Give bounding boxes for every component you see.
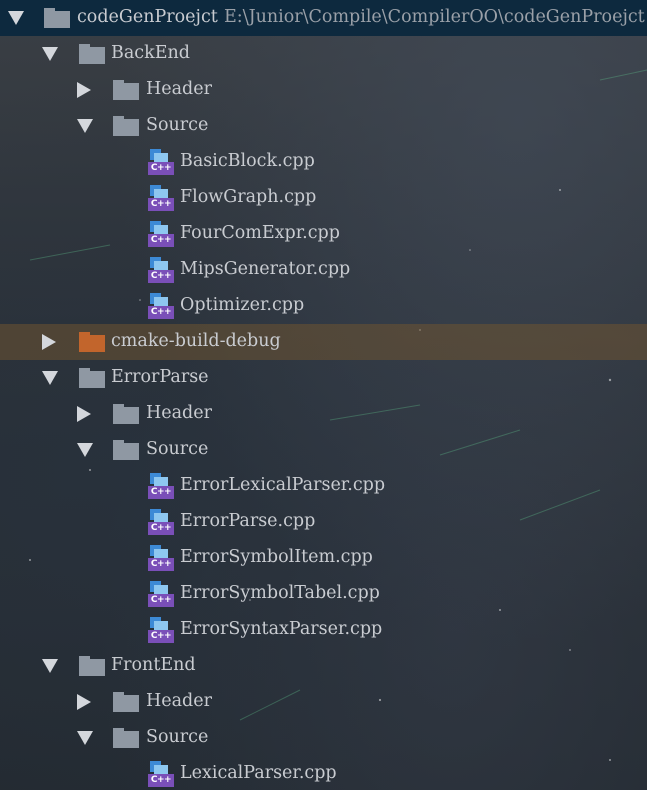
tree-row-file[interactable]: C++ Optimizer.cpp: [0, 288, 647, 324]
folder-icon: [113, 692, 139, 712]
file-label: Optimizer.cpp: [180, 295, 305, 315]
folder-icon: [113, 80, 139, 100]
cpp-file-icon: C++: [148, 581, 174, 607]
tree-row-file[interactable]: C++ ErrorSymbolItem.cpp: [0, 540, 647, 576]
cpp-file-icon: C++: [148, 221, 174, 247]
cpp-file-icon: C++: [148, 293, 174, 319]
folder-icon: [79, 368, 105, 388]
tree-row-frontend[interactable]: FrontEnd: [0, 648, 647, 684]
tree-row-file[interactable]: C++ ErrorSymbolTabel.cpp: [0, 576, 647, 612]
folder-label: BackEnd: [111, 43, 190, 63]
tree-row-file[interactable]: C++ FourComExpr.cpp: [0, 216, 647, 252]
expand-arrow-icon[interactable]: [77, 731, 93, 745]
tree-row-frontend-header[interactable]: Header: [0, 684, 647, 720]
expand-arrow-icon[interactable]: [42, 659, 58, 673]
folder-icon: [79, 656, 105, 676]
tree-row-file[interactable]: C++ FlowGraph.cpp: [0, 180, 647, 216]
tree-row-cmake[interactable]: cmake-build-debug: [0, 324, 647, 360]
folder-label: Source: [146, 439, 209, 459]
excluded-folder-icon: [79, 332, 105, 352]
file-label: ErrorSymbolItem.cpp: [180, 547, 373, 567]
file-label: BasicBlock.cpp: [180, 151, 315, 171]
cpp-file-icon: C++: [148, 149, 174, 175]
tree-row-errorparse-header[interactable]: Header: [0, 396, 647, 432]
tree-row-file[interactable]: C++ ErrorLexicalParser.cpp: [0, 468, 647, 504]
folder-icon: [113, 440, 139, 460]
cpp-file-icon: C++: [148, 257, 174, 283]
file-label: ErrorParse.cpp: [180, 511, 316, 531]
folder-icon: [79, 44, 105, 64]
collapse-arrow-icon[interactable]: [42, 334, 56, 350]
folder-label: Source: [146, 727, 209, 747]
expand-arrow-icon[interactable]: [42, 47, 58, 61]
folder-icon: [113, 404, 139, 424]
file-label: LexicalParser.cpp: [180, 763, 337, 783]
collapse-arrow-icon[interactable]: [77, 694, 91, 710]
tree-row-file[interactable]: C++ MipsGenerator.cpp: [0, 252, 647, 288]
cpp-file-icon: C++: [148, 617, 174, 643]
project-name: codeGenProejct: [77, 7, 218, 27]
file-label: FlowGraph.cpp: [180, 187, 317, 207]
tree-row-file[interactable]: C++ LexicalParser.cpp: [0, 756, 647, 790]
tree-row-file[interactable]: C++ ErrorParse.cpp: [0, 504, 647, 540]
folder-label: Header: [146, 403, 212, 423]
folder-icon: [113, 116, 139, 136]
folder-label: Header: [146, 79, 212, 99]
expand-arrow-icon[interactable]: [8, 11, 24, 25]
tree-row-file[interactable]: C++ ErrorSyntaxParser.cpp: [0, 612, 647, 648]
tree-row-file[interactable]: C++ BasicBlock.cpp: [0, 144, 647, 180]
file-label: MipsGenerator.cpp: [180, 259, 351, 279]
tree-row-backend[interactable]: BackEnd: [0, 36, 647, 72]
folder-icon: [113, 728, 139, 748]
expand-arrow-icon[interactable]: [77, 119, 93, 133]
tree-row-project[interactable]: codeGenProejct E:\Junior\Compile\Compile…: [0, 0, 647, 36]
project-path: E:\Junior\Compile\CompilerOO\codeGenProe…: [224, 7, 645, 27]
expand-arrow-icon[interactable]: [77, 443, 93, 457]
cpp-file-icon: C++: [148, 509, 174, 535]
folder-icon: [44, 8, 70, 28]
cpp-file-icon: C++: [148, 185, 174, 211]
expand-arrow-icon[interactable]: [42, 371, 58, 385]
file-label: ErrorSyntaxParser.cpp: [180, 619, 383, 639]
tree-row-backend-header[interactable]: Header: [0, 72, 647, 108]
file-label: FourComExpr.cpp: [180, 223, 340, 243]
folder-label: ErrorParse: [111, 367, 209, 387]
file-label: ErrorSymbolTabel.cpp: [180, 583, 380, 603]
tree-row-errorparse-source[interactable]: Source: [0, 432, 647, 468]
cpp-file-icon: C++: [148, 473, 174, 499]
folder-label: FrontEnd: [111, 655, 196, 675]
tree-row-errorparse[interactable]: ErrorParse: [0, 360, 647, 396]
folder-label: Source: [146, 115, 209, 135]
project-tree: codeGenProejct E:\Junior\Compile\Compile…: [0, 0, 647, 790]
collapse-arrow-icon[interactable]: [77, 82, 91, 98]
collapse-arrow-icon[interactable]: [77, 406, 91, 422]
tree-row-backend-source[interactable]: Source: [0, 108, 647, 144]
folder-label: cmake-build-debug: [111, 331, 281, 351]
tree-row-frontend-source[interactable]: Source: [0, 720, 647, 756]
cpp-file-icon: C++: [148, 545, 174, 571]
folder-label: Header: [146, 691, 212, 711]
file-label: ErrorLexicalParser.cpp: [180, 475, 386, 495]
cpp-file-icon: C++: [148, 761, 174, 787]
